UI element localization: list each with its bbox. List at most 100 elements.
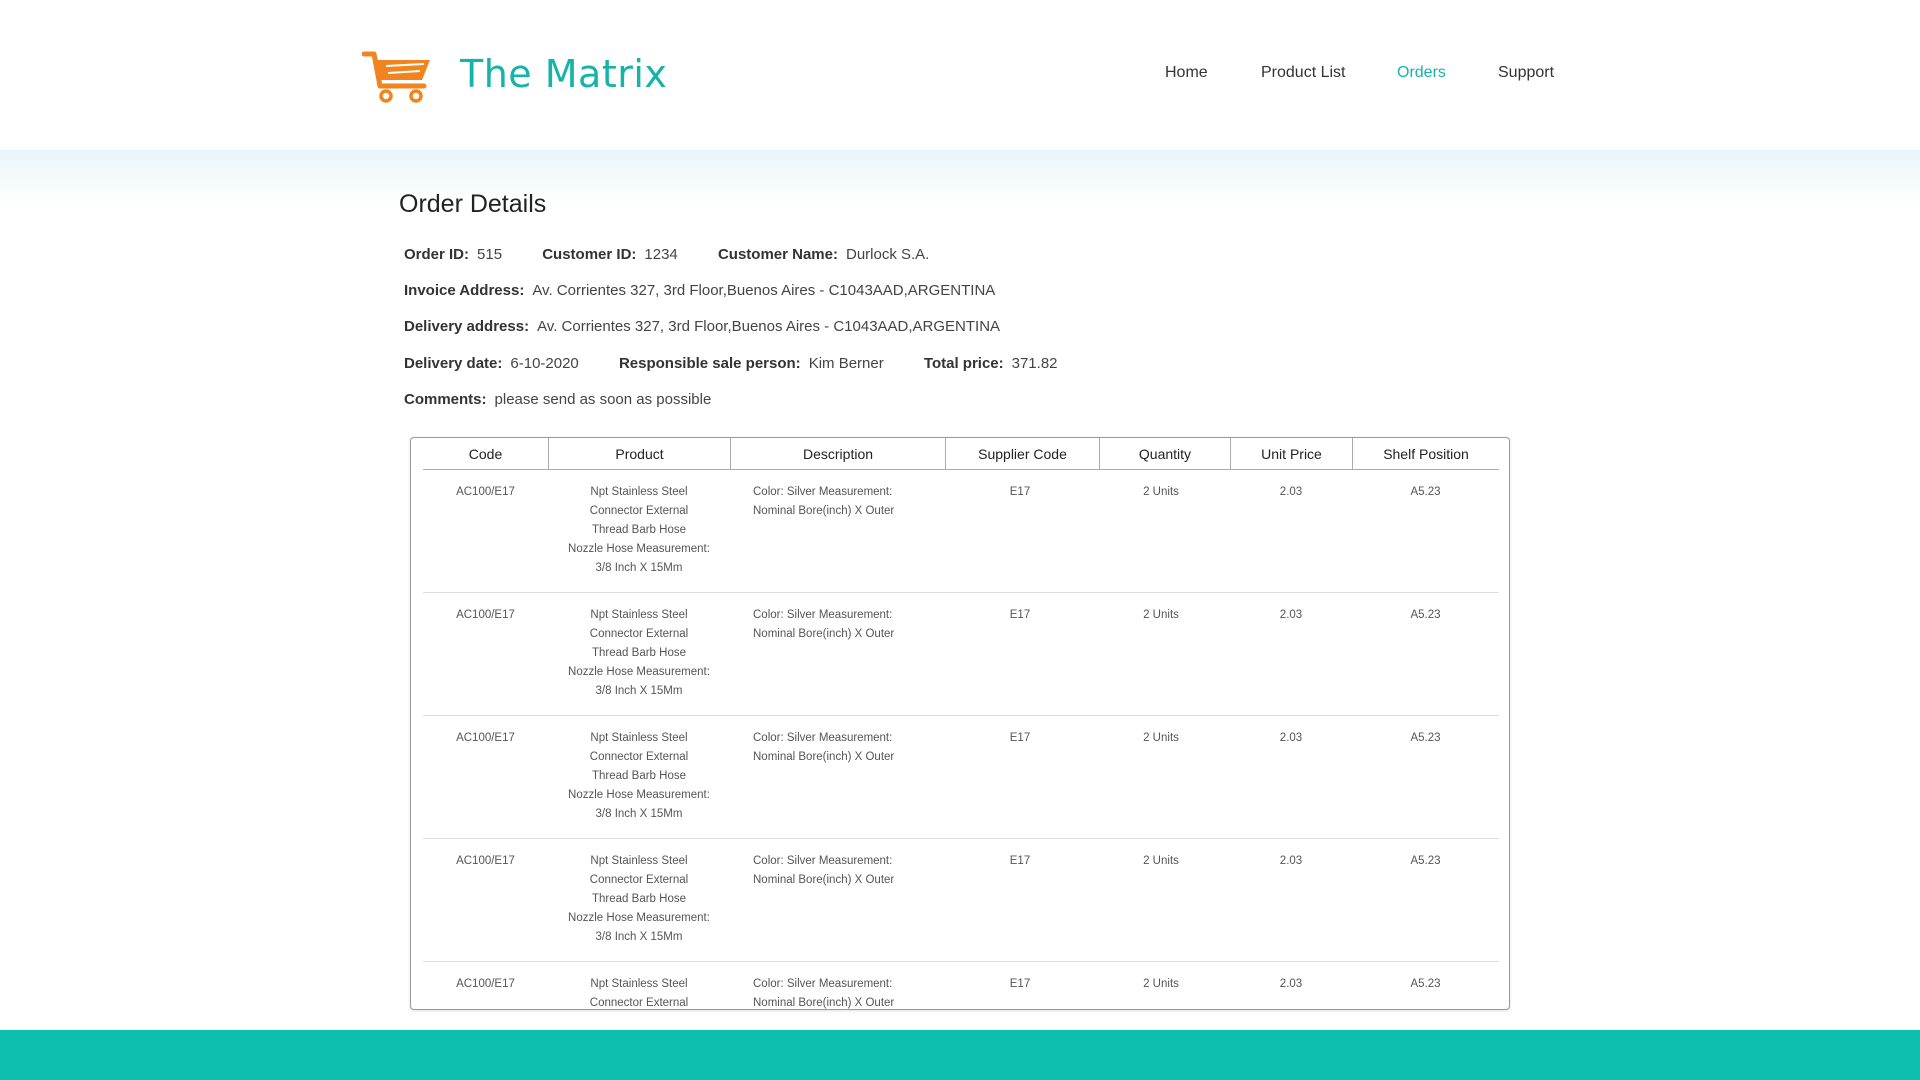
cell-product-line: Npt Stainless Steel xyxy=(590,609,688,621)
order-items-table[interactable]: Code Product Description Supplier Code Q… xyxy=(410,437,1510,1010)
cell-product-line: 3/8 Inch X 15Mm xyxy=(595,931,683,943)
cell-product-line: Connector External xyxy=(589,628,689,640)
cell-shelf-position: A5.23 xyxy=(1410,609,1441,621)
cell-supplier-code: E17 xyxy=(1009,609,1031,621)
cell-description-line: Color: Silver Measurement: xyxy=(753,855,893,867)
cell-quantity: 2 Units xyxy=(1143,855,1179,867)
order-info-row-5: Comments: please send as soon as possible xyxy=(404,391,747,413)
comments-value: please send as soon as possible xyxy=(494,391,712,408)
cell-code: AC100/E17 xyxy=(456,732,515,744)
cell-description-line: Nominal Bore(inch) X Outer xyxy=(753,751,895,763)
column-header-quantity[interactable]: Quantity xyxy=(1099,438,1230,469)
cell-description: Color: Silver Measurement: Nominal Bore(i… xyxy=(753,729,943,767)
delivery-address-label: Delivery address: xyxy=(404,318,530,335)
customer-id-value: 1234 xyxy=(644,246,678,263)
cell-description-line: Nominal Bore(inch) X Outer xyxy=(753,505,895,517)
cell-code: AC100/E17 xyxy=(456,978,515,990)
cell-description-line: Nominal Bore(inch) X Outer xyxy=(753,997,895,1009)
cell-description: Color: Silver Measurement: Nominal Bore(i… xyxy=(753,483,943,521)
invoice-address-label: Invoice Address: xyxy=(404,282,525,299)
customer-name-label: Customer Name: xyxy=(717,246,838,263)
cell-unit-price: 2.03 xyxy=(1279,609,1303,621)
cell-supplier-code: E17 xyxy=(1009,732,1031,744)
cell-product-line: Connector External xyxy=(589,505,689,517)
nav-orders[interactable]: Orders xyxy=(1397,64,1446,82)
column-header-code[interactable]: Code xyxy=(423,438,548,469)
cell-shelf-position: A5.23 xyxy=(1410,732,1441,744)
cell-product-line: Npt Stainless Steel xyxy=(590,978,688,990)
table-row[interactable]: AC100/E17 Npt Stainless Steel Connector Ex… xyxy=(423,469,1499,593)
column-header-description[interactable]: Description xyxy=(730,438,945,469)
total-price-value: 371.82 xyxy=(1011,355,1058,372)
cell-unit-price: 2.03 xyxy=(1279,732,1303,744)
cell-code: AC100/E17 xyxy=(456,609,515,621)
cell-supplier-code: E17 xyxy=(1009,486,1031,498)
cell-description-line: Color: Silver Measurement: xyxy=(753,732,893,744)
cell-unit-price: 2.03 xyxy=(1279,978,1303,990)
comments-label: Comments: xyxy=(404,391,487,408)
cell-shelf-position: A5.23 xyxy=(1410,855,1441,867)
invoice-address-value: Av. Corrientes 327, 3rd Floor,Buenos Air… xyxy=(532,282,996,299)
sale-person-value: Kim Berner xyxy=(808,355,884,372)
cell-product: Npt Stainless Steel Connector External Thr… xyxy=(548,606,730,701)
cell-description: Color: Silver Measurement: Nominal Bore(i… xyxy=(753,852,943,890)
table-row[interactable]: AC100/E17 Npt Stainless Steel Connector Ex… xyxy=(423,961,1499,1009)
table-row[interactable]: AC100/E17 Npt Stainless Steel Connector Ex… xyxy=(423,592,1499,716)
cell-quantity: 2 Units xyxy=(1143,486,1179,498)
cell-shelf-position: A5.23 xyxy=(1410,486,1441,498)
nav-product-list[interactable]: Product List xyxy=(1261,64,1345,82)
table-row[interactable]: AC100/E17 Npt Stainless Steel Connector Ex… xyxy=(423,715,1499,839)
cell-unit-price: 2.03 xyxy=(1279,486,1303,498)
cell-quantity: 2 Units xyxy=(1143,732,1179,744)
cell-product-line: 3/8 Inch X 15Mm xyxy=(595,562,683,574)
site-header: The Matrix Home Product List Orders Supp… xyxy=(0,0,1920,150)
main-nav: Home Product List Orders Support xyxy=(0,64,1920,94)
cell-product: Npt Stainless Steel Connector External Thr… xyxy=(548,483,730,578)
total-price-label: Total price: xyxy=(923,355,1004,372)
cell-product-line: Npt Stainless Steel xyxy=(590,486,688,498)
cell-product-line: Connector External xyxy=(589,874,689,886)
header-shadow-band xyxy=(0,150,1920,205)
cell-product-line: Connector External xyxy=(589,751,689,763)
cell-product-line: Nozzle Hose Measurement: xyxy=(568,789,710,801)
customer-id-label: Customer ID: xyxy=(542,246,637,263)
delivery-date-value: 6-10-2020 xyxy=(510,355,579,372)
table-row[interactable]: AC100/E17 Npt Stainless Steel Connector Ex… xyxy=(423,838,1499,962)
delivery-date-label: Delivery date: xyxy=(404,355,503,372)
cell-supplier-code: E17 xyxy=(1009,978,1031,990)
cell-product: Npt Stainless Steel Connector External Thr… xyxy=(548,852,730,947)
column-header-supplier-code[interactable]: Supplier Code xyxy=(945,438,1099,469)
cell-product-line: Connector External xyxy=(589,997,689,1009)
order-info-row-3: Delivery address: Av. Corrientes 327, 3rd… xyxy=(404,318,1036,340)
cell-product: Npt Stainless Steel Connector External xyxy=(548,975,730,1009)
cell-unit-price: 2.03 xyxy=(1279,855,1303,867)
cell-shelf-position: A5.23 xyxy=(1410,978,1441,990)
cell-description: Color: Silver Measurement: Nominal Bore(i… xyxy=(753,975,943,1009)
cell-supplier-code: E17 xyxy=(1009,855,1031,867)
cell-quantity: 2 Units xyxy=(1143,609,1179,621)
sale-person-label: Responsible sale person: xyxy=(618,355,801,372)
column-header-unit-price[interactable]: Unit Price xyxy=(1230,438,1352,469)
cell-product-line: Thread Barb Hose xyxy=(592,770,686,782)
table-header: Code Product Description Supplier Code Q… xyxy=(423,438,1499,470)
cell-product-line: 3/8 Inch X 15Mm xyxy=(595,685,683,697)
cell-product-line: Npt Stainless Steel xyxy=(590,732,688,744)
customer-name-value: Durlock S.A. xyxy=(845,246,930,263)
nav-home[interactable]: Home xyxy=(1165,64,1208,82)
page-footer xyxy=(0,1030,1920,1080)
nav-support[interactable]: Support xyxy=(1498,64,1554,82)
column-header-product[interactable]: Product xyxy=(548,438,730,469)
column-header-shelf-position[interactable]: Shelf Position xyxy=(1352,438,1499,469)
cell-code: AC100/E17 xyxy=(456,855,515,867)
order-id-label: Order ID: xyxy=(404,246,470,263)
cell-code: AC100/E17 xyxy=(456,486,515,498)
cell-product-line: Npt Stainless Steel xyxy=(590,855,688,867)
cell-product-line: Nozzle Hose Measurement: xyxy=(568,666,710,678)
order-info-row-4: Delivery date: 6-10-2020 Responsible sale… xyxy=(404,355,1094,377)
cell-description: Color: Silver Measurement: Nominal Bore(i… xyxy=(753,606,943,644)
cell-product-line: Thread Barb Hose xyxy=(592,647,686,659)
page-title: Order Details xyxy=(399,190,547,218)
cell-description-line: Color: Silver Measurement: xyxy=(753,486,893,498)
cell-product-line: Thread Barb Hose xyxy=(592,524,686,536)
cell-description-line: Nominal Bore(inch) X Outer xyxy=(753,628,895,640)
